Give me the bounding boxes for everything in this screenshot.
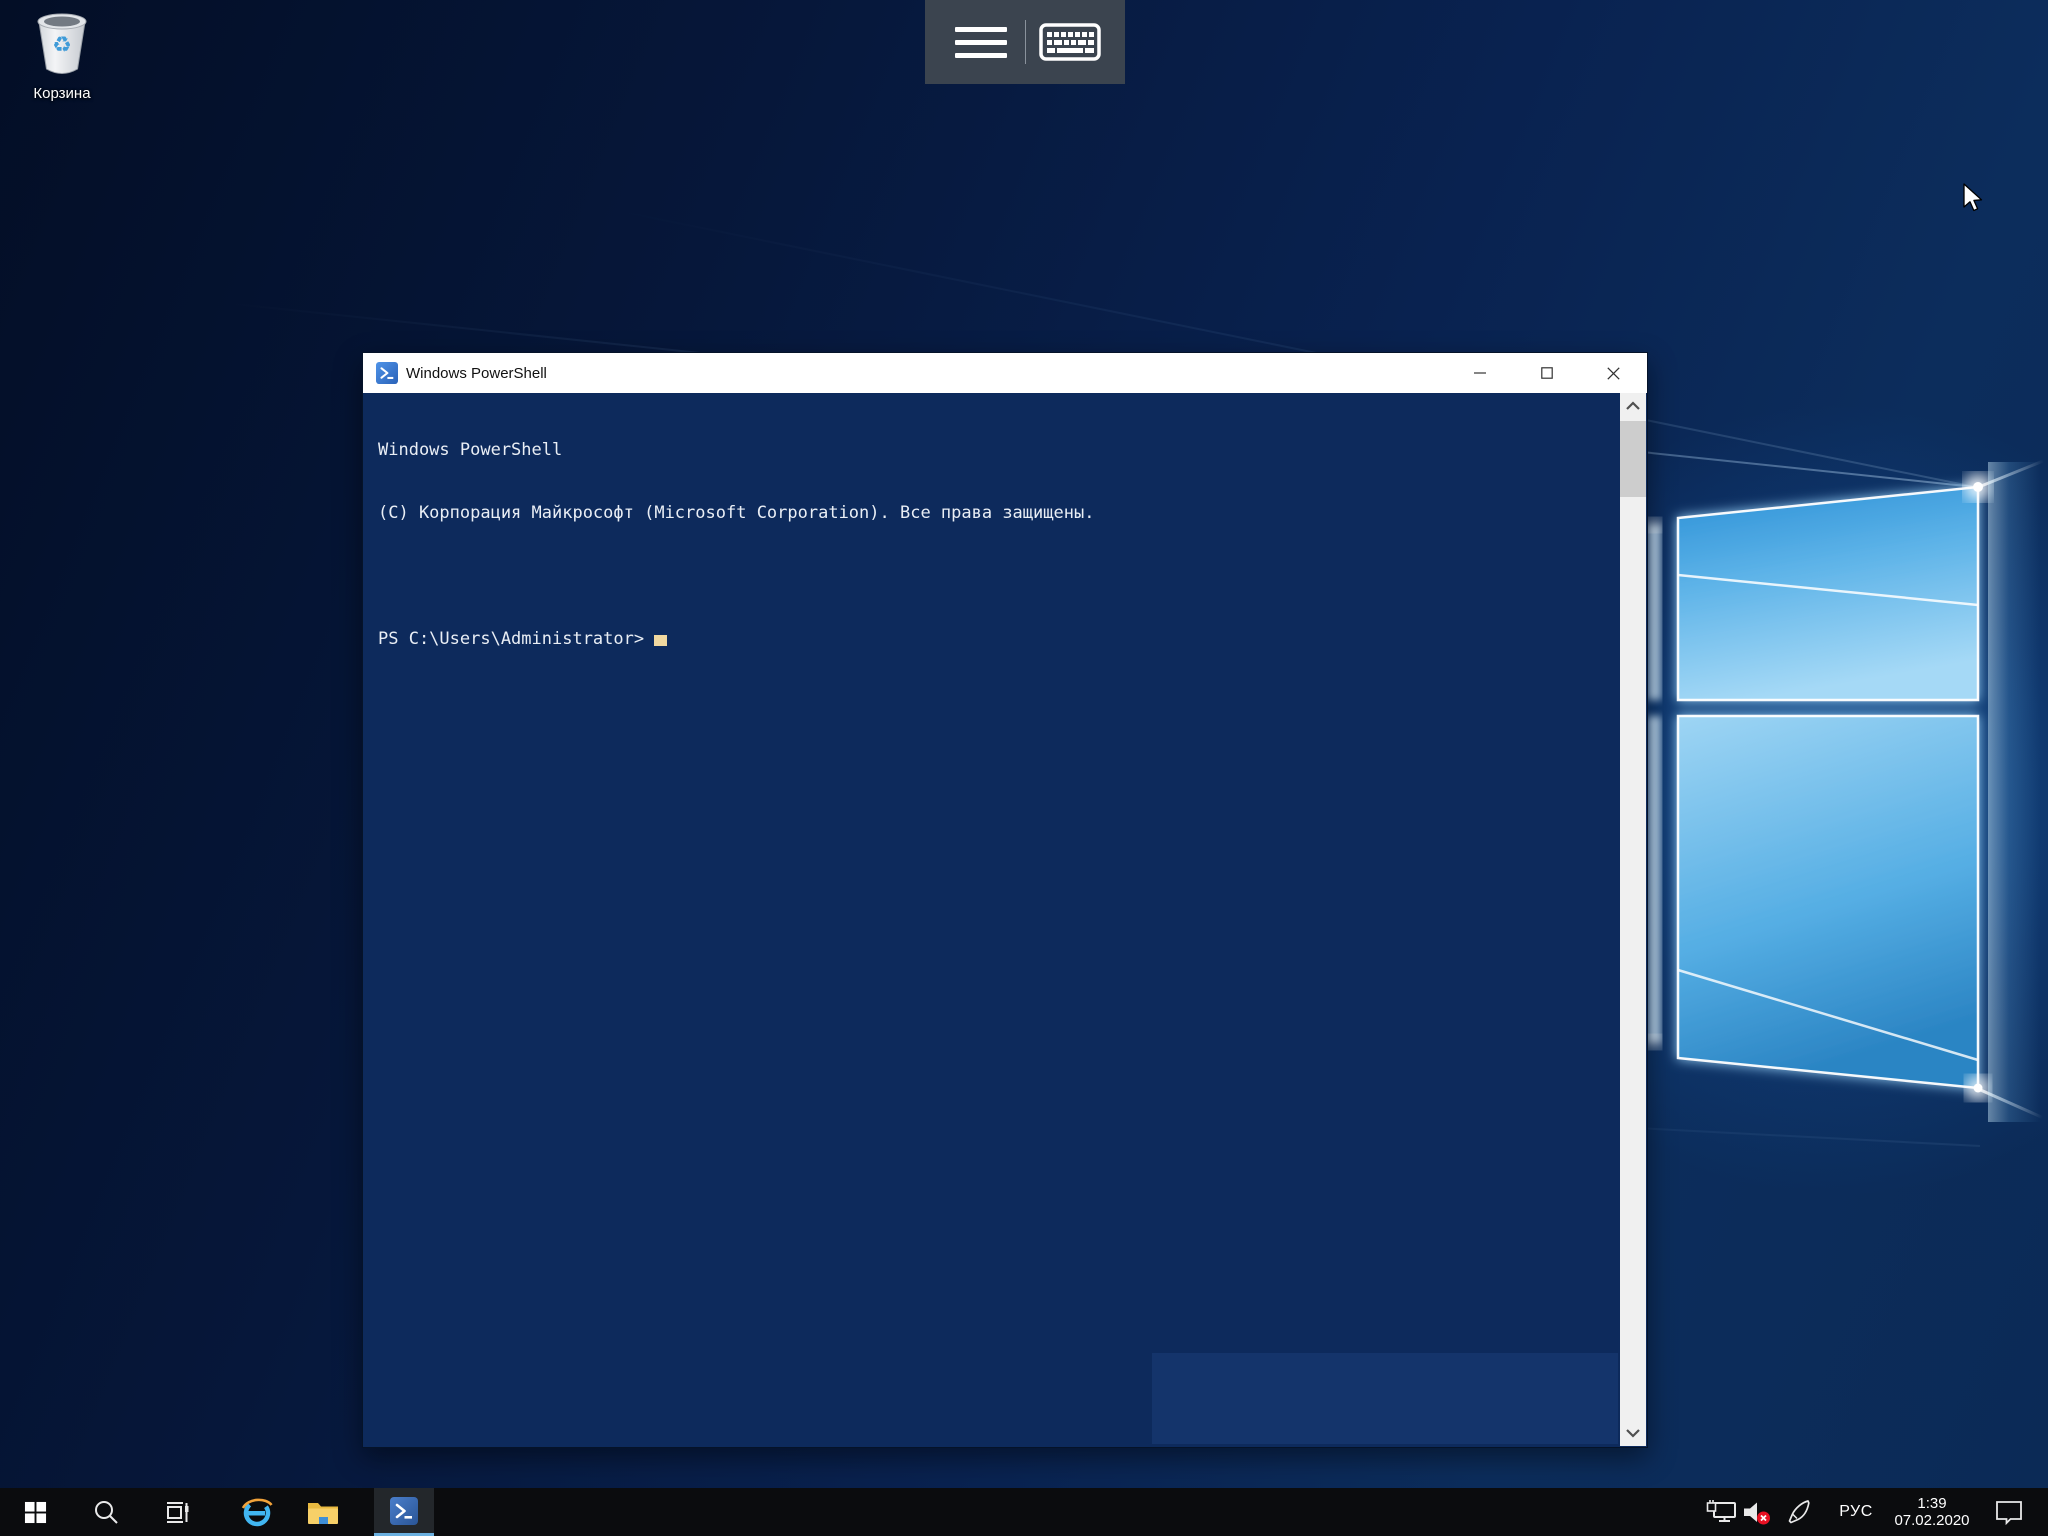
- window-title: Windows PowerShell: [406, 365, 547, 382]
- console-scrollbar[interactable]: [1620, 393, 1646, 1446]
- pen-icon: [1784, 1498, 1812, 1526]
- task-view-icon: [161, 1497, 191, 1527]
- minimize-button[interactable]: [1446, 353, 1513, 393]
- task-view-button[interactable]: [146, 1488, 206, 1536]
- internet-explorer-icon: [240, 1495, 274, 1529]
- action-center-button[interactable]: [1986, 1488, 2032, 1536]
- scrollbar-down-button[interactable]: [1620, 1420, 1646, 1446]
- console-prompt-line: PS C:\Users\Administrator>: [378, 629, 1620, 650]
- hamburger-menu-button[interactable]: [937, 0, 1025, 84]
- taskbar: РУС 1:39 07.02.2020: [0, 1488, 2048, 1536]
- powershell-icon: [390, 1497, 418, 1525]
- window-controls: [1446, 353, 1647, 393]
- console-output[interactable]: Windows PowerShell (C) Корпорация Майкро…: [364, 393, 1620, 1446]
- hamburger-menu-icon: [955, 27, 1007, 58]
- recycle-bin-label: Корзина: [8, 85, 116, 102]
- close-icon: [1607, 367, 1620, 380]
- language-label: РУС: [1839, 1503, 1873, 1521]
- powershell-window: Windows PowerShell Windows PowerShell (C…: [362, 352, 1648, 1448]
- scrollbar-up-button[interactable]: [1620, 393, 1646, 419]
- windows-logo-wallpaper: [1630, 430, 2048, 1130]
- file-explorer-icon: [307, 1499, 339, 1526]
- clock-date: 07.02.2020: [1894, 1512, 1969, 1529]
- volume-muted-tray-icon[interactable]: [1736, 1488, 1778, 1536]
- light-beam-right-edge: [1988, 462, 2048, 1122]
- vm-console-toolbar: [925, 0, 1125, 84]
- maximize-icon: [1541, 367, 1553, 379]
- clock-time: 1:39: [1917, 1495, 1946, 1512]
- network-icon: [1706, 1499, 1737, 1526]
- minimize-icon: [1474, 367, 1486, 379]
- console-prompt: PS C:\Users\Administrator>: [378, 629, 644, 649]
- virtual-keyboard-button[interactable]: [1026, 0, 1114, 84]
- windows-ink-tray-icon[interactable]: [1778, 1488, 1818, 1536]
- recycle-bin-desktop-icon[interactable]: ♻ Корзина: [8, 8, 116, 102]
- windows-start-icon: [24, 1501, 47, 1524]
- scrollbar-thumb[interactable]: [1620, 421, 1646, 497]
- svg-text:♻: ♻: [52, 33, 72, 58]
- clock[interactable]: 1:39 07.02.2020: [1884, 1488, 1980, 1536]
- file-explorer-button[interactable]: [292, 1488, 354, 1536]
- console-text-cursor: [654, 635, 667, 646]
- keyboard-icon: [1039, 23, 1101, 61]
- window-titlebar[interactable]: Windows PowerShell: [363, 353, 1647, 393]
- powershell-taskbar-button[interactable]: [374, 1488, 434, 1536]
- maximize-button[interactable]: [1513, 353, 1580, 393]
- console-line: Windows PowerShell: [378, 440, 1620, 461]
- start-button[interactable]: [6, 1488, 64, 1536]
- language-indicator[interactable]: РУС: [1828, 1488, 1884, 1536]
- console-area[interactable]: Windows PowerShell (C) Корпорация Майкро…: [364, 393, 1646, 1446]
- console-line: [378, 566, 1620, 587]
- powershell-window-icon: [376, 362, 398, 384]
- volume-muted-icon: [1742, 1499, 1772, 1526]
- search-button[interactable]: [76, 1488, 136, 1536]
- action-center-icon: [1995, 1500, 2023, 1525]
- recycle-bin-icon: ♻: [31, 8, 93, 78]
- search-icon: [92, 1498, 120, 1526]
- chevron-down-icon: [1625, 1428, 1641, 1438]
- chevron-up-icon: [1625, 401, 1641, 411]
- console-line: (C) Корпорация Майкрософт (Microsoft Cor…: [378, 503, 1620, 524]
- close-button[interactable]: [1580, 353, 1647, 393]
- internet-explorer-button[interactable]: [226, 1488, 288, 1536]
